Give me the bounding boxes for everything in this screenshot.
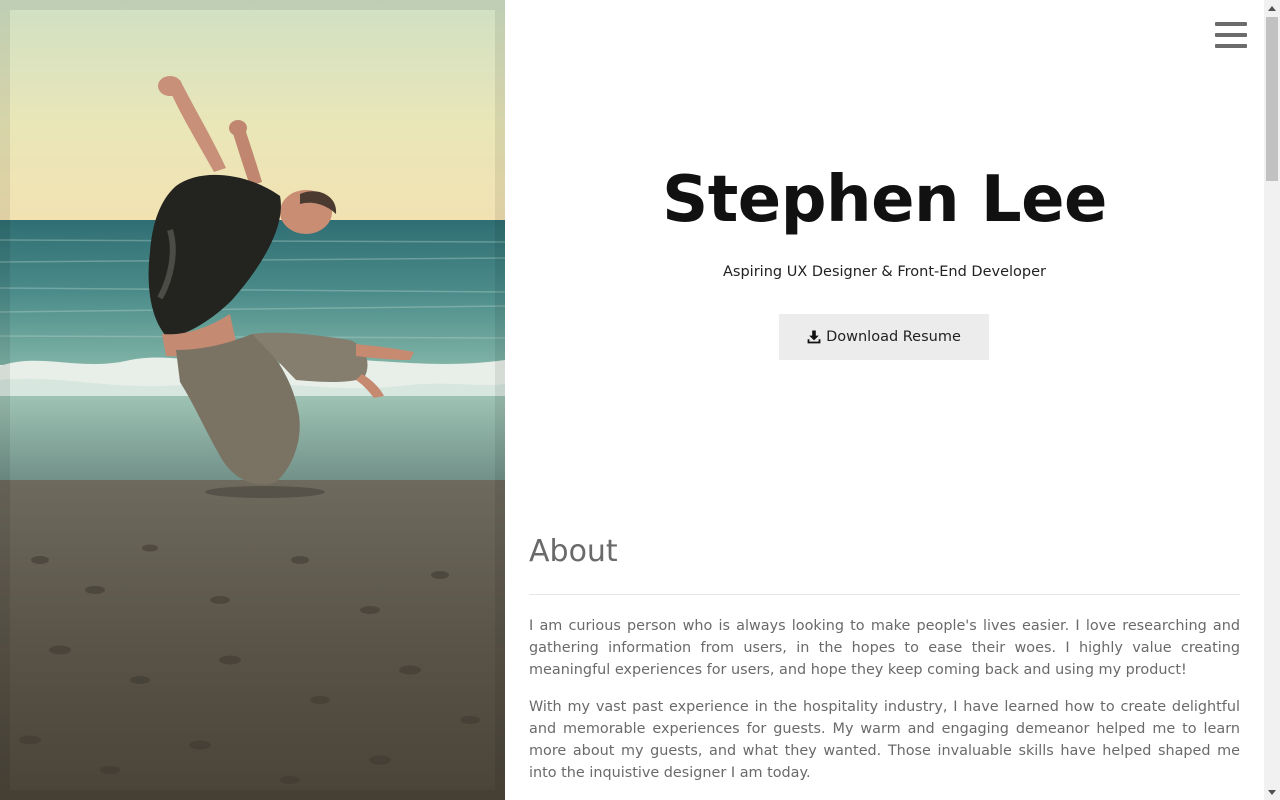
hero-name: Stephen Lee	[662, 163, 1107, 237]
scroll-down-arrow-icon[interactable]	[1264, 784, 1280, 800]
about-body: I am curious person who is always lookin…	[529, 615, 1240, 799]
about-paragraph: I am curious person who is always lookin…	[529, 618, 1240, 678]
main-content: Stephen Lee Aspiring UX Designer & Front…	[505, 0, 1264, 800]
menu-bar-top	[1215, 22, 1247, 26]
about-divider	[529, 594, 1240, 595]
hamburger-menu-icon[interactable]	[1215, 22, 1247, 48]
menu-bar-middle	[1215, 33, 1247, 37]
portfolio-page: Stephen Lee Aspiring UX Designer & Front…	[0, 0, 1280, 800]
hero-photo	[0, 0, 505, 800]
scrollbar-thumb[interactable]	[1266, 17, 1278, 181]
about-heading: About	[529, 534, 618, 569]
download-icon	[807, 330, 821, 344]
vertical-scrollbar[interactable]	[1264, 0, 1280, 800]
download-resume-button[interactable]: Download Resume	[779, 314, 989, 360]
scroll-up-arrow-icon[interactable]	[1264, 0, 1280, 16]
menu-bar-bottom	[1215, 44, 1247, 48]
hero-tagline: Aspiring UX Designer & Front-End Develop…	[723, 264, 1046, 280]
about-paragraph: With my vast past experience in the hosp…	[529, 699, 1240, 781]
download-resume-label: Download Resume	[826, 329, 961, 345]
